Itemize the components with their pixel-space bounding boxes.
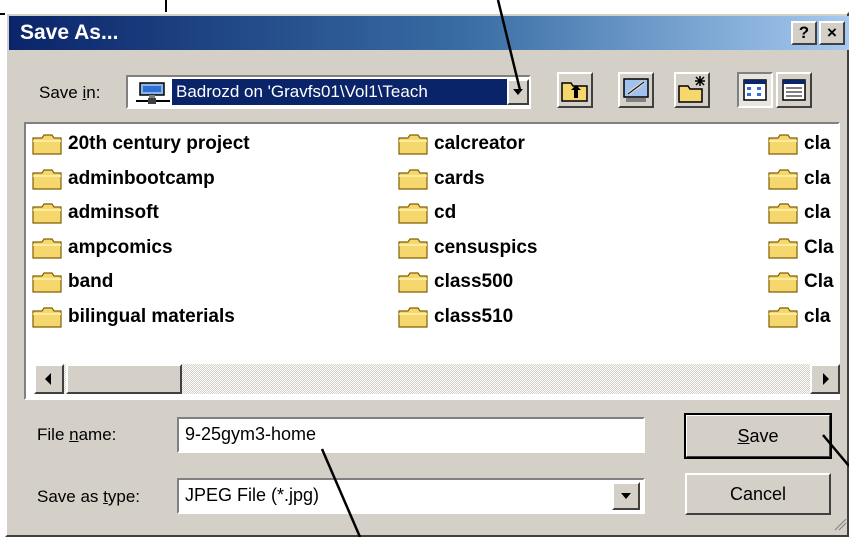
folder-icon [768, 168, 798, 190]
chevron-left-icon [45, 373, 51, 385]
folder-icon [768, 134, 798, 155]
folder-name: ampcomics [68, 236, 173, 258]
folder-icon [398, 168, 428, 190]
list-view-icon [743, 79, 767, 101]
save-in-label: Save in: [39, 83, 101, 102]
cancel-button[interactable]: Cancel [685, 473, 831, 515]
folder-icon [398, 237, 428, 259]
close-icon: × [827, 23, 837, 42]
folder-name: cla [804, 305, 831, 327]
folder-icon [768, 272, 798, 293]
save-as-type-dropdown-button[interactable] [612, 482, 640, 510]
save-button[interactable]: Save [684, 413, 832, 459]
folder-icon [32, 237, 62, 259]
folder-icon [32, 306, 62, 328]
network-drive-icon [136, 82, 170, 104]
scroll-thumb[interactable] [66, 364, 182, 394]
folder-icon [32, 203, 62, 224]
folder-name: cla [804, 133, 831, 154]
folder-icon [398, 306, 428, 328]
help-button[interactable]: ? [791, 21, 817, 45]
folder-name: class510 [434, 305, 514, 327]
folder-name: Cla [804, 236, 834, 258]
folder-name: calcreator [434, 133, 525, 154]
folder-icon [32, 168, 62, 190]
folder-icon [398, 272, 428, 293]
chevron-right-icon [823, 373, 829, 385]
folder-name: bilingual materials [68, 305, 235, 327]
folder-name: band [68, 271, 114, 292]
save-in-value: Badrozd on 'Gravfs01\Vol1\Teach [172, 79, 510, 105]
file-name-input[interactable]: 9-25gym3-home [177, 417, 645, 453]
scroll-right-button[interactable] [810, 364, 840, 394]
save-as-type-dropdown[interactable]: JPEG File (*.jpg) [177, 478, 645, 514]
folder-icon [398, 134, 428, 155]
new-folder-icon [678, 76, 705, 103]
folder-name: cards [434, 167, 485, 189]
folder-icon [32, 272, 62, 293]
folder-icon [768, 306, 798, 328]
desktop-button[interactable] [618, 72, 654, 108]
chevron-down-icon [621, 493, 631, 499]
folder-name: cd [434, 202, 457, 223]
new-folder-button[interactable] [674, 72, 710, 108]
desktop-icon [623, 78, 649, 102]
list-view-button[interactable] [737, 72, 773, 108]
details-view-button[interactable] [776, 72, 812, 108]
folder-name: cla [804, 202, 831, 223]
help-icon: ? [798, 23, 810, 42]
dialog-title: Save As... [20, 21, 119, 44]
folder-name: adminsoft [68, 202, 159, 223]
folder-icon [32, 134, 62, 155]
folder-icon [768, 237, 798, 259]
details-view-icon [782, 79, 806, 101]
save-in-dropdown-button[interactable] [507, 79, 529, 105]
folder-name: class500 [434, 271, 514, 292]
chevron-down-icon [513, 89, 523, 95]
folder-name: adminbootcamp [68, 167, 215, 189]
folder-icon [398, 203, 428, 224]
folder-name: cla [804, 167, 831, 189]
close-button[interactable]: × [819, 21, 845, 45]
folder-name: 20th century project [68, 133, 250, 154]
up-one-level-icon [561, 82, 588, 102]
save-as-type-label: Save as type: [37, 487, 141, 506]
file-name-label: File name: [37, 425, 117, 444]
folder-icon [768, 203, 798, 224]
title-bar[interactable] [9, 16, 849, 50]
folder-name: Cla [804, 271, 834, 292]
scroll-left-button[interactable] [34, 364, 64, 394]
folder-name: censuspics [434, 236, 538, 258]
up-one-level-button[interactable] [557, 72, 593, 108]
